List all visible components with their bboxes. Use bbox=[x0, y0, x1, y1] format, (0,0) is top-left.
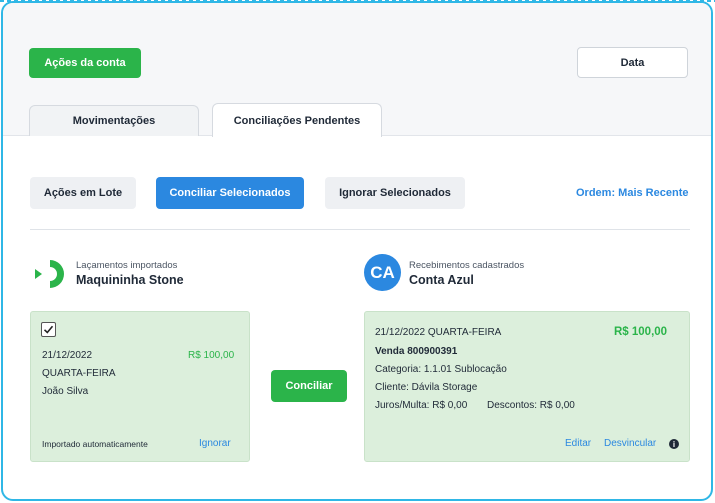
batch-actions-button[interactable]: Ações em Lote bbox=[30, 177, 136, 209]
entry-weekday: QUARTA-FEIRA bbox=[42, 368, 116, 379]
right-source-subtitle: Recebimentos cadastrados bbox=[409, 260, 525, 271]
tab-conciliacoes-pendentes[interactable]: Conciliações Pendentes bbox=[212, 103, 382, 137]
receipt-sale: Venda 800900391 bbox=[375, 346, 458, 357]
account-actions-button[interactable]: Ações da conta bbox=[29, 48, 141, 78]
receipt-interest: Juros/Multa: R$ 0,00 bbox=[375, 400, 468, 411]
stone-logo-icon bbox=[35, 260, 64, 288]
app-frame: Ações da conta Data Movimentações Concil… bbox=[1, 1, 713, 501]
ignore-link[interactable]: Ignorar bbox=[199, 438, 231, 449]
order-dropdown[interactable]: Ordem: Mais Recente bbox=[576, 187, 688, 199]
receipt-discounts: Descontos: R$ 0,00 bbox=[487, 400, 575, 411]
reconcile-selected-button[interactable]: Conciliar Selecionados bbox=[156, 177, 304, 209]
tab-movimentacoes[interactable]: Movimentações bbox=[29, 105, 199, 136]
entry-checkbox[interactable] bbox=[41, 322, 56, 337]
info-icon[interactable]: i bbox=[669, 439, 679, 449]
reconcile-button[interactable]: Conciliar bbox=[271, 370, 347, 402]
unlink-link[interactable]: Desvincular bbox=[604, 438, 656, 449]
entry-footer-note: Importado automaticamente bbox=[42, 439, 148, 449]
left-source-subtitle: Laçamentos importados bbox=[76, 260, 178, 271]
receipt-client: Cliente: Dávila Storage bbox=[375, 382, 478, 393]
receipt-category: Categoria: 1.1.01 Sublocação bbox=[375, 364, 507, 375]
checkmark-icon bbox=[43, 325, 54, 334]
entry-amount: R$ 100,00 bbox=[188, 350, 235, 361]
entry-date: 21/12/2022 bbox=[42, 350, 93, 361]
date-button[interactable]: Data bbox=[577, 47, 688, 78]
conta-azul-avatar: CA bbox=[364, 254, 401, 291]
receipt-date-weekday: 21/12/2022 QUARTA-FEIRA bbox=[375, 327, 502, 338]
edit-link[interactable]: Editar bbox=[565, 438, 591, 449]
right-source-name: Conta Azul bbox=[409, 273, 474, 287]
section-divider bbox=[30, 229, 690, 230]
ignore-selected-button[interactable]: Ignorar Selecionados bbox=[325, 177, 465, 209]
left-source-name: Maquininha Stone bbox=[76, 273, 184, 287]
entry-person: João Silva bbox=[42, 386, 89, 397]
receipt-amount: R$ 100,00 bbox=[614, 326, 668, 338]
